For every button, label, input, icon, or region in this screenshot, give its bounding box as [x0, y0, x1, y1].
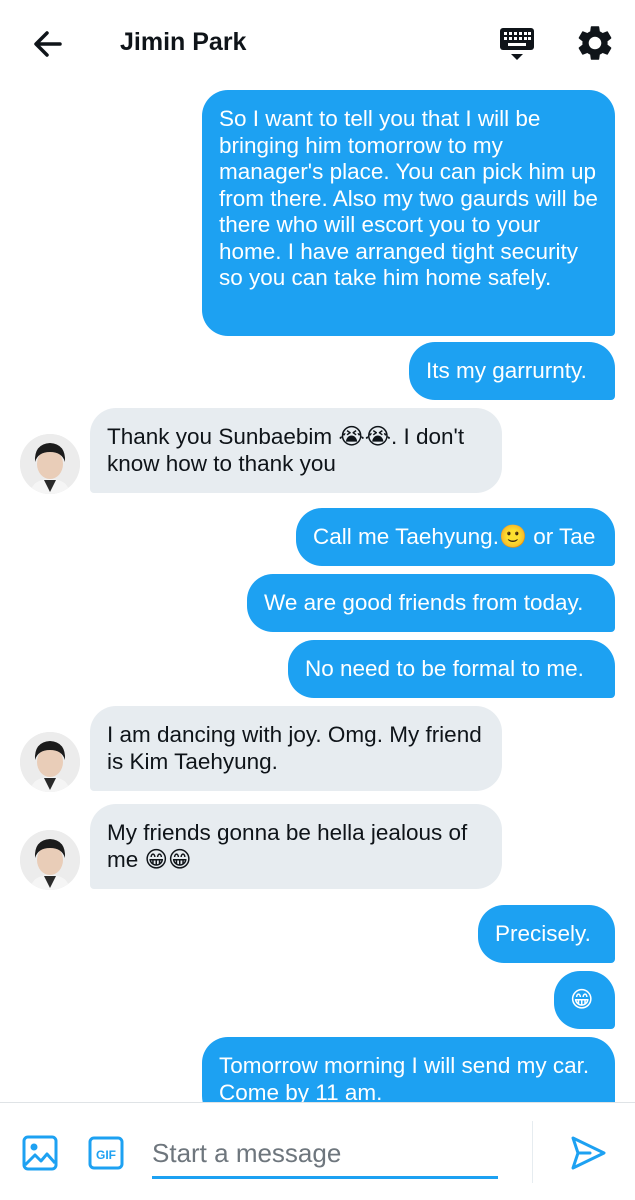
message-list[interactable]: So I want to tell you that I will be bri…: [0, 86, 635, 1102]
message-bubble-outgoing[interactable]: No need to be formal to me.: [288, 640, 615, 698]
image-icon: [22, 1135, 58, 1171]
message-bubble-outgoing[interactable]: Call me Taehyung.🙂 or Tae: [296, 508, 615, 566]
avatar[interactable]: [20, 732, 80, 792]
conversation-title[interactable]: Jimin Park: [120, 28, 246, 57]
gif-icon: GIF: [88, 1136, 124, 1170]
message-bubble-outgoing[interactable]: We are good friends from today.: [247, 574, 615, 632]
message-bubble-outgoing[interactable]: Its my garrurnty.: [409, 342, 615, 400]
profile-photo: [20, 732, 80, 792]
add-gif-button[interactable]: GIF: [88, 1135, 124, 1171]
message-input[interactable]: [152, 1131, 498, 1179]
back-button[interactable]: [28, 24, 68, 64]
message-bubble-outgoing[interactable]: Precisely.: [478, 905, 615, 963]
composer-divider: [532, 1121, 533, 1183]
conversation-header: Jimin Park: [0, 0, 635, 86]
send-icon: [571, 1136, 606, 1170]
message-composer: GIF: [0, 1102, 635, 1200]
profile-photo: [20, 830, 80, 890]
profile-photo: [20, 434, 80, 494]
message-bubble-incoming[interactable]: Thank you Sunbaebim 😭😭. I don't know how…: [90, 408, 502, 493]
avatar[interactable]: [20, 434, 80, 494]
keyboard-button[interactable]: [497, 24, 537, 64]
message-bubble-incoming[interactable]: My friends gonna be hella jealous of me …: [90, 804, 502, 889]
gear-icon: [578, 26, 612, 60]
back-arrow-icon: [34, 31, 62, 57]
gif-label: GIF: [96, 1148, 116, 1162]
message-bubble-outgoing[interactable]: 😁: [554, 971, 615, 1029]
message-bubble-incoming[interactable]: I am dancing with joy. Omg. My friend is…: [90, 706, 502, 791]
send-button[interactable]: [568, 1133, 608, 1173]
avatar[interactable]: [20, 830, 80, 890]
keyboard-icon: [500, 28, 534, 60]
settings-button[interactable]: [574, 22, 616, 64]
message-bubble-outgoing[interactable]: So I want to tell you that I will be bri…: [202, 90, 615, 336]
add-image-button[interactable]: [20, 1133, 60, 1173]
message-bubble-outgoing[interactable]: Tomorrow morning I will send my car. Com…: [202, 1037, 615, 1102]
